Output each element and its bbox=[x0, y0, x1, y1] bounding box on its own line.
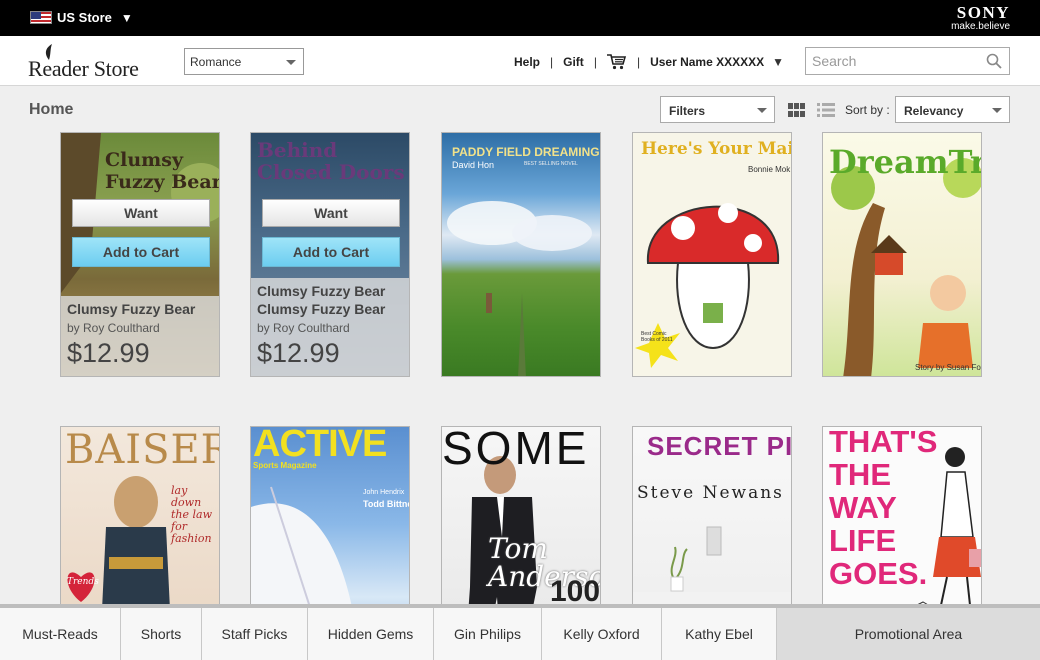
separator: | bbox=[636, 55, 641, 69]
us-flag-icon bbox=[30, 11, 52, 24]
sony-logo: SONY make.believe bbox=[951, 4, 1010, 32]
book-title: Clumsy Fuzzy Bear Clumsy Fuzzy Bear bbox=[257, 283, 386, 317]
chevron-down-icon bbox=[992, 108, 1002, 113]
chevron-down-icon bbox=[757, 108, 767, 113]
tab-hidden-gems[interactable]: Hidden Gems bbox=[308, 608, 434, 660]
book-price: $12.99 bbox=[257, 338, 340, 368]
filters-label: Filters bbox=[669, 104, 706, 118]
genre-dropdown[interactable]: Romance bbox=[184, 48, 304, 75]
store-selector[interactable]: US Store ▼ bbox=[30, 10, 133, 25]
cover-title: ACTIVE bbox=[253, 426, 387, 465]
store-label: US Store bbox=[57, 10, 112, 25]
separator: | bbox=[593, 55, 597, 69]
sort-selected-value: Relevancy bbox=[904, 104, 964, 118]
cover-author: Story by Susan Fox bbox=[915, 363, 982, 372]
genre-selected-value: Romance bbox=[190, 55, 242, 69]
grid-view-icon[interactable] bbox=[788, 103, 805, 117]
logo-text: Reader Store bbox=[28, 56, 139, 81]
book-cover: PADDY FIELD DREAMING BEST SELLING NOVEL … bbox=[442, 133, 600, 376]
cover-title: Clumsy Fuzzy Bear bbox=[105, 149, 220, 193]
cover-title: PADDY FIELD DREAMING bbox=[452, 145, 600, 159]
book-price: $12.99 bbox=[67, 338, 150, 368]
book-author: by Roy Coulthard bbox=[257, 321, 350, 335]
page-title: Home bbox=[29, 101, 74, 118]
cover-author: Steve Newans bbox=[637, 483, 784, 503]
cover-line: John Hendrix bbox=[363, 489, 405, 496]
cover-subtitle: Sports Magazine bbox=[253, 461, 317, 470]
book-cover: Here's Your Mail Bonnie Mok Best Comic B… bbox=[633, 133, 791, 376]
caret-down-icon: ▼ bbox=[120, 10, 133, 25]
search-input[interactable] bbox=[806, 48, 976, 74]
chevron-down-icon bbox=[286, 60, 296, 65]
sony-tagline: make.believe bbox=[951, 21, 1010, 32]
cover-author: Bonnie Mok bbox=[748, 165, 791, 174]
cover-title: SECRET PICTURES bbox=[647, 431, 792, 461]
book-card[interactable]: Behind Closed Doors Want Add to Cart Clu… bbox=[250, 132, 410, 377]
caret-down-icon[interactable]: ▼ bbox=[772, 55, 784, 69]
cart-icon[interactable] bbox=[606, 54, 627, 70]
cover-title: DreamTree bbox=[829, 143, 981, 181]
search-icon[interactable] bbox=[986, 53, 1002, 69]
tab-kelly-oxford[interactable]: Kelly Oxford bbox=[542, 608, 662, 660]
tab-shorts[interactable]: Shorts bbox=[121, 608, 202, 660]
book-card[interactable]: Clumsy Fuzzy Bear Want Add to Cart Clums… bbox=[60, 132, 220, 377]
cover-author: David Hon bbox=[452, 160, 495, 170]
tab-staff-picks[interactable]: Staff Picks bbox=[202, 608, 308, 660]
cover-title: SOME bbox=[442, 426, 590, 474]
add-to-cart-button[interactable]: Add to Cart bbox=[72, 237, 210, 267]
list-view-icon[interactable] bbox=[817, 103, 835, 117]
cover-tagline: lay down the law for fashion bbox=[171, 484, 213, 545]
reader-store-logo[interactable]: Reader Store bbox=[28, 44, 168, 81]
promotional-area[interactable]: Promotional Area bbox=[777, 608, 1040, 660]
want-button[interactable]: Want bbox=[262, 199, 400, 227]
book-card[interactable]: Here's Your Mail Bonnie Mok Best Comic B… bbox=[632, 132, 792, 377]
header-links: Help | Gift | | User Name XXXXXX ▼ bbox=[514, 54, 784, 70]
book-card[interactable]: PADDY FIELD DREAMING BEST SELLING NOVEL … bbox=[441, 132, 601, 377]
search-box bbox=[805, 47, 1010, 75]
cover-title: Behind Closed Doors bbox=[257, 138, 405, 184]
book-card[interactable]: DreamTree Story by Susan Fox bbox=[822, 132, 982, 377]
tab-gin-philips[interactable]: Gin Philips bbox=[434, 608, 542, 660]
user-menu[interactable]: User Name XXXXXX bbox=[650, 55, 764, 69]
book-info: Clumsy Fuzzy Bear Clumsy Fuzzy Bear by R… bbox=[251, 278, 409, 376]
sony-brand: SONY bbox=[956, 3, 1010, 22]
cover-title: BAISER bbox=[65, 427, 220, 473]
bottom-nav: Must-Reads Shorts Staff Picks Hidden Gem… bbox=[0, 604, 1040, 660]
add-to-cart-button[interactable]: Add to Cart bbox=[262, 237, 400, 267]
header: Reader Store Romance Help | Gift | | Use… bbox=[0, 36, 1040, 86]
book-title: Clumsy Fuzzy Bear bbox=[67, 301, 196, 317]
book-author: by Roy Coulthard bbox=[67, 321, 160, 335]
sort-dropdown[interactable]: Relevancy bbox=[895, 96, 1010, 123]
sort-label: Sort by : bbox=[845, 103, 890, 117]
cover-subtitle: BEST SELLING NOVEL bbox=[524, 161, 578, 167]
want-button[interactable]: Want bbox=[72, 199, 210, 227]
top-bar: US Store ▼ SONY make.believe bbox=[0, 0, 1040, 36]
filters-dropdown[interactable]: Filters bbox=[660, 96, 775, 123]
tab-must-reads[interactable]: Must-Reads bbox=[0, 608, 121, 660]
tab-kathy-ebel[interactable]: Kathy Ebel bbox=[662, 608, 777, 660]
gift-link[interactable]: Gift bbox=[563, 55, 584, 69]
book-info: Clumsy Fuzzy Bear by Roy Coulthard $12.9… bbox=[61, 296, 219, 376]
cover-badge: Trends bbox=[67, 577, 99, 587]
book-cover: DreamTree Story by Susan Fox bbox=[823, 133, 981, 376]
cover-title: Here's Your Mail bbox=[641, 139, 792, 159]
cover-title: THAT'S THE WAY LIFE GOES. bbox=[829, 426, 938, 591]
cover-badge: Best Comic Books of 2011 bbox=[641, 331, 673, 343]
cover-line: Todd Bittner bbox=[363, 499, 409, 509]
help-link[interactable]: Help bbox=[514, 55, 540, 69]
separator: | bbox=[550, 55, 554, 69]
